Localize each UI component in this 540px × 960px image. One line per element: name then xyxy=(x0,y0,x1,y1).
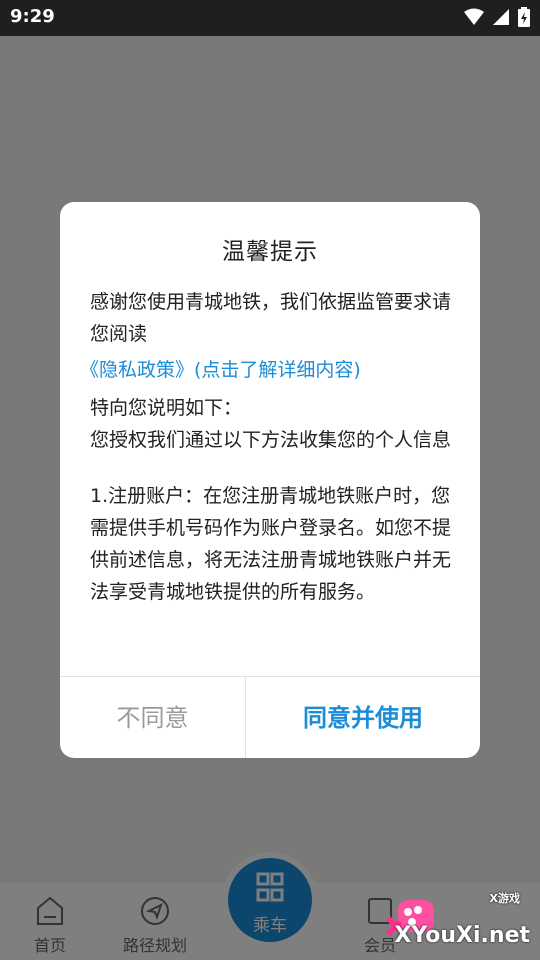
status-time: 9:29 xyxy=(10,6,55,27)
privacy-dialog: 温馨提示 感谢您使用青城地铁，我们依据监管要求请您阅读 《隐私政策》(点击了解详… xyxy=(60,202,480,758)
privacy-policy-link[interactable]: 《隐私政策》(点击了解详细内容) xyxy=(90,354,452,386)
status-icons xyxy=(464,7,530,27)
signal-icon xyxy=(493,9,509,25)
battery-icon xyxy=(518,7,530,27)
dialog-intro: 感谢您使用青城地铁，我们依据监管要求请您阅读 xyxy=(90,291,452,345)
status-bar: 9:29 xyxy=(0,0,540,36)
dialog-title: 温馨提示 xyxy=(222,239,318,265)
dialog-line-authorize: 您授权我们通过以下方法收集您的个人信息 xyxy=(90,429,452,451)
dialog-line-explain: 特向您说明如下： xyxy=(90,397,243,419)
watermark-brand: XYouXi.net xyxy=(394,923,530,948)
agree-and-use-button[interactable]: 同意并使用 xyxy=(246,677,480,758)
dialog-body[interactable]: 感谢您使用青城地铁，我们依据监管要求请您阅读 《隐私政策》(点击了解详细内容) … xyxy=(90,286,452,672)
dialog-item-register: 1.注册账户：在您注册青城地铁账户时，您需提供手机号码作为账户登录名。如您不提供… xyxy=(90,485,452,603)
watermark: X游戏 XYouXi.net xyxy=(384,890,534,950)
disagree-button[interactable]: 不同意 xyxy=(60,677,246,758)
watermark-tag: X游戏 xyxy=(489,892,520,905)
wifi-icon xyxy=(464,8,484,25)
dialog-actions: 不同意 同意并使用 xyxy=(60,676,480,758)
